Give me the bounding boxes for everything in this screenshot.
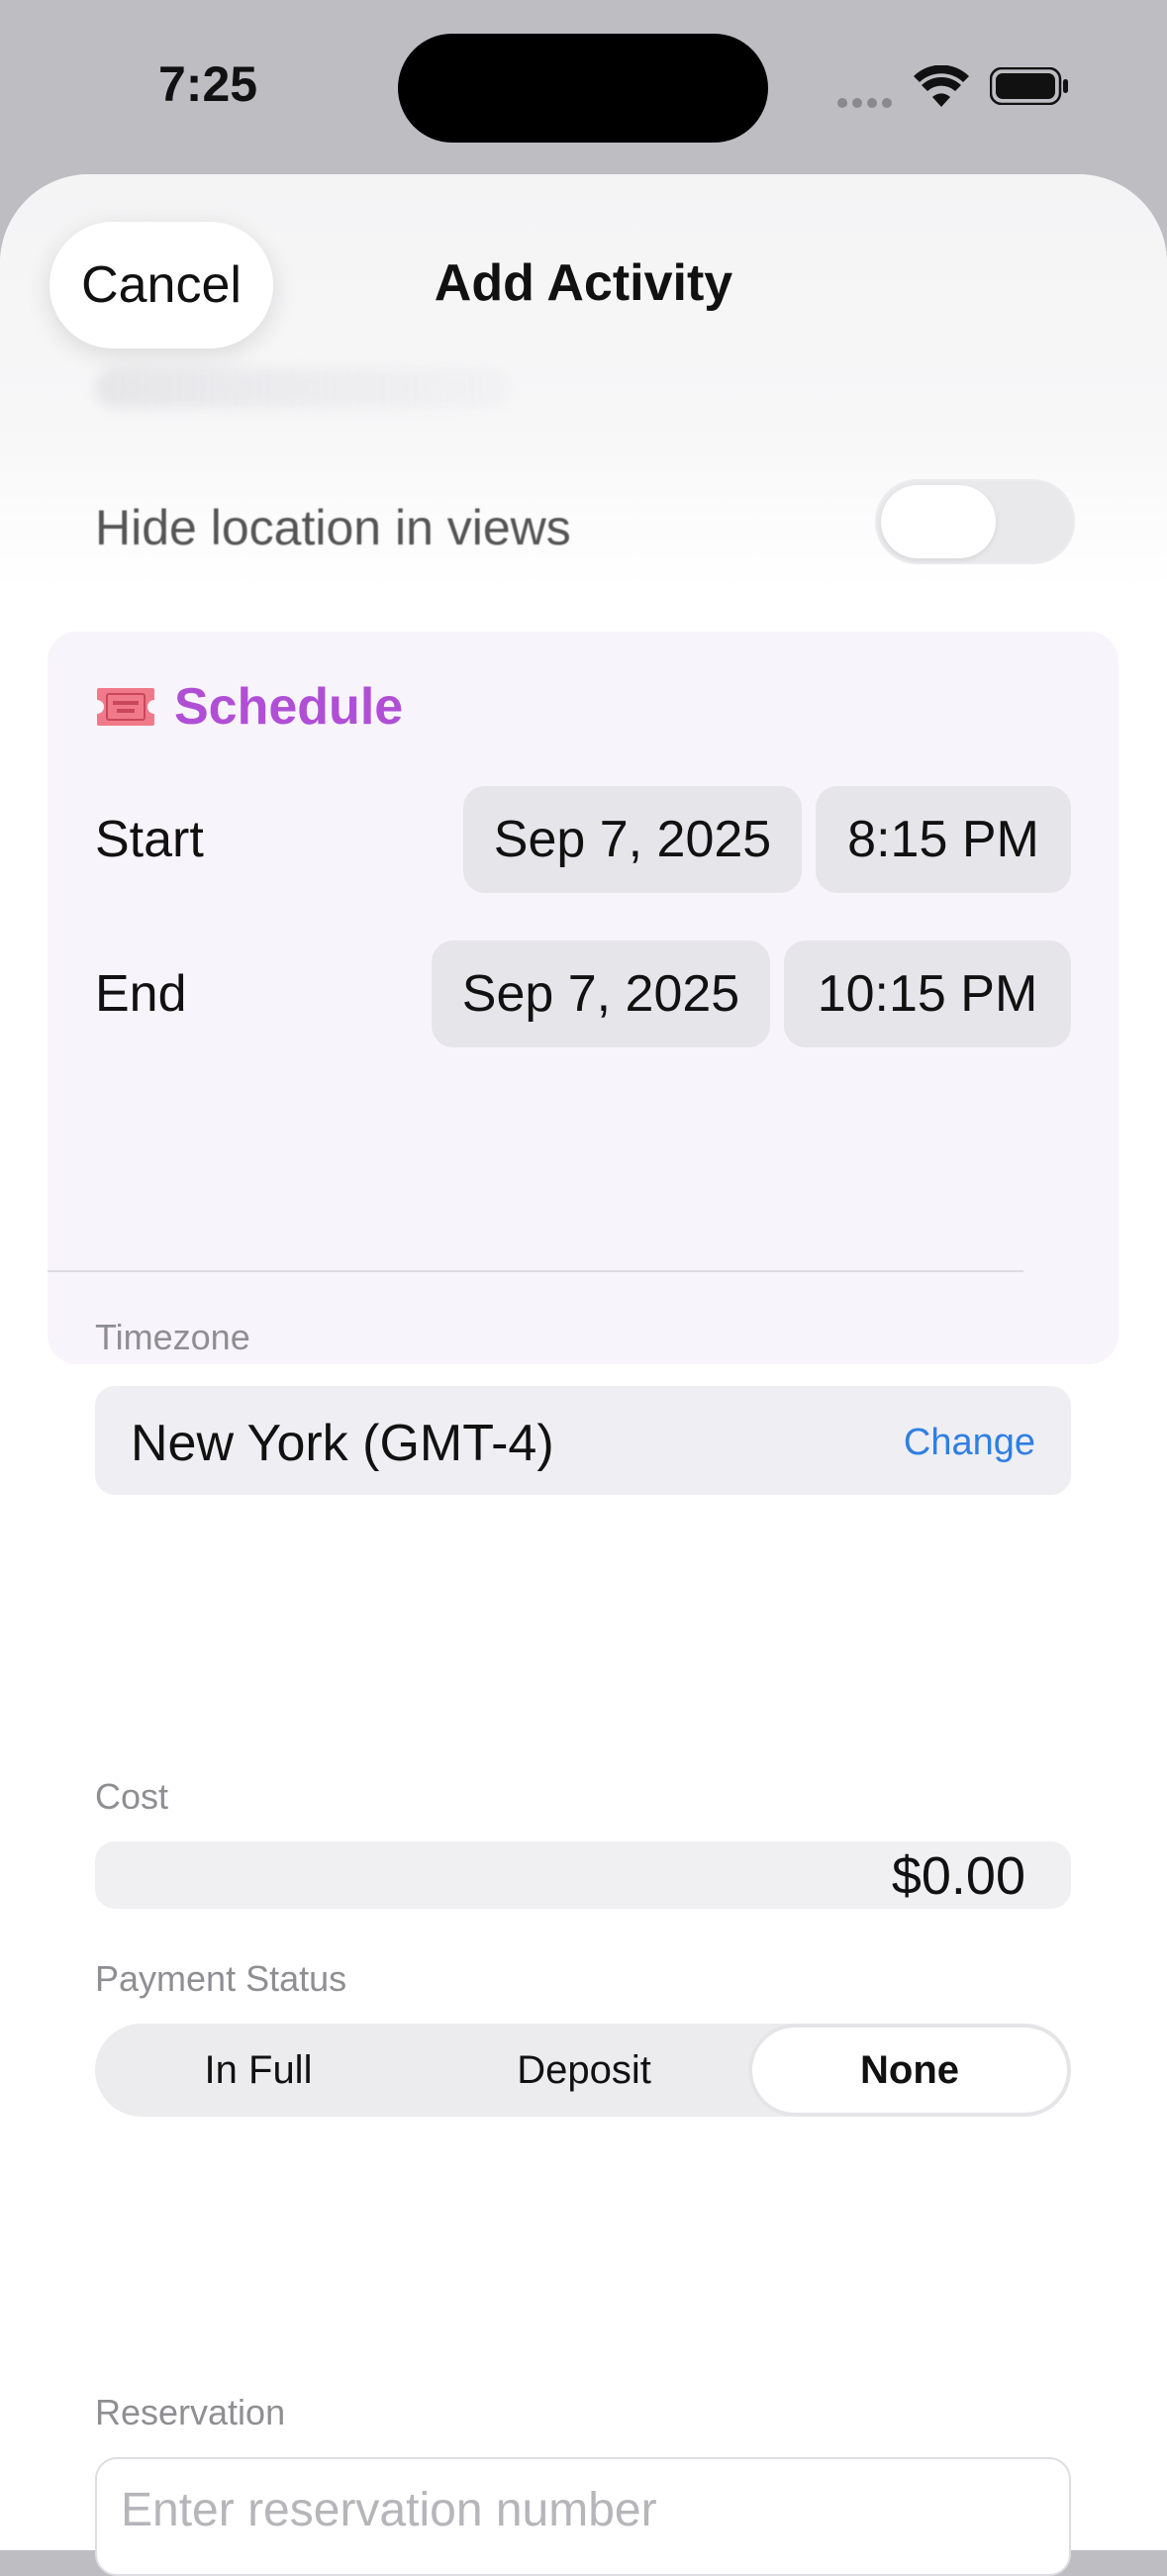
status-bar: 7:25 bbox=[0, 0, 1167, 168]
wifi-icon bbox=[914, 65, 969, 107]
cost-value: $0.00 bbox=[891, 1846, 1025, 1906]
timezone-change-button[interactable]: Change bbox=[904, 1422, 1035, 1464]
cost-label: Cost bbox=[95, 1776, 169, 1817]
end-label: End bbox=[95, 965, 187, 1023]
schedule-divider bbox=[48, 1270, 1023, 1272]
start-row: Start Sep 7, 2025 8:15 PM bbox=[95, 786, 1071, 893]
reservation-label: Reservation bbox=[95, 2392, 286, 2432]
hide-location-row: Hide location in views bbox=[95, 479, 1075, 590]
scrolled-content-ghost bbox=[95, 368, 511, 408]
cost-input[interactable]: $0.00 bbox=[95, 1841, 1071, 1909]
page-title: Add Activity bbox=[434, 254, 733, 312]
payment-option-none[interactable]: None bbox=[748, 2024, 1071, 2117]
dynamic-island bbox=[398, 34, 768, 143]
reservation-placeholder: Enter reservation number bbox=[121, 2484, 657, 2536]
timezone-value: New York (GMT-4) bbox=[131, 1415, 554, 1472]
reservation-input[interactable]: Enter reservation number bbox=[95, 2457, 1071, 2576]
timezone-field: New York (GMT-4) Change bbox=[95, 1386, 1071, 1495]
cellular-signal-icon bbox=[837, 95, 897, 108]
start-date-picker[interactable]: Sep 7, 2025 bbox=[463, 786, 802, 893]
timezone-label: Timezone bbox=[95, 1317, 250, 1357]
schedule-card: Schedule Start Sep 7, 2025 8:15 PM End S… bbox=[48, 632, 1118, 1364]
battery-icon bbox=[990, 67, 1068, 105]
payment-status-label: Payment Status bbox=[95, 1958, 347, 1999]
toggle-knob bbox=[881, 485, 996, 558]
schedule-header: Schedule bbox=[95, 675, 403, 739]
start-label: Start bbox=[95, 811, 204, 868]
hide-location-label: Hide location in views bbox=[95, 500, 571, 555]
payment-status-segmented-control: In Full Deposit None bbox=[95, 2024, 1071, 2117]
end-row: End Sep 7, 2025 10:15 PM bbox=[95, 941, 1071, 1047]
end-date-picker[interactable]: Sep 7, 2025 bbox=[432, 941, 770, 1047]
status-time: 7:25 bbox=[158, 56, 258, 112]
hide-location-toggle[interactable] bbox=[875, 479, 1075, 564]
schedule-title: Schedule bbox=[174, 678, 404, 736]
ticket-icon bbox=[97, 688, 154, 726]
start-time-picker[interactable]: 8:15 PM bbox=[816, 786, 1071, 893]
payment-option-in-full[interactable]: In Full bbox=[95, 2024, 422, 2117]
end-time-picker[interactable]: 10:15 PM bbox=[784, 941, 1071, 1047]
payment-option-deposit[interactable]: Deposit bbox=[422, 2024, 746, 2117]
